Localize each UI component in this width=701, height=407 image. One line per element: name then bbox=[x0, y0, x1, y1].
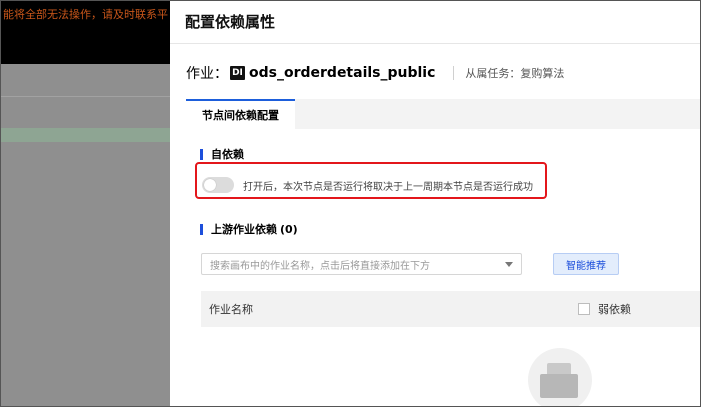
warning-banner: 能将全部无法操作，请及时联系平 bbox=[0, 0, 170, 64]
divider bbox=[453, 66, 455, 80]
parent-task-value: 复购算法 bbox=[520, 67, 565, 80]
upstream-job-search-select[interactable]: 搜索画布中的作业名称，点击后将直接添加在下方 bbox=[201, 253, 522, 275]
tab-node-dependency[interactable]: 节点间依赖配置 bbox=[186, 99, 295, 129]
background-page bbox=[0, 64, 170, 407]
upstream-table-header: 作业名称 弱依赖 bbox=[201, 291, 701, 327]
section-marker bbox=[200, 148, 203, 160]
tab-bar: 节点间依赖配置 bbox=[186, 99, 701, 129]
upstream-title: 上游作业依赖 bbox=[211, 223, 277, 236]
drawer-header: 配置依赖属性 bbox=[170, 0, 701, 44]
self-dependency-title: 自依赖 bbox=[211, 148, 244, 161]
background-divider bbox=[0, 96, 170, 97]
job-info: 作业： DI ods_orderdetails_public 从属任务： 复购算… bbox=[186, 63, 564, 83]
upstream-section-title: 上游作业依赖 (0) bbox=[200, 221, 298, 237]
empty-state-icon bbox=[528, 348, 592, 407]
parent-task-label: 从属任务： bbox=[465, 67, 521, 80]
data-integration-icon: DI bbox=[230, 66, 245, 80]
background-highlight-row bbox=[0, 128, 170, 142]
toggle-knob bbox=[204, 179, 216, 191]
weak-dependency-checkbox[interactable] bbox=[578, 303, 590, 315]
section-marker bbox=[200, 223, 203, 235]
dependency-config-drawer: 配置依赖属性 作业： DI ods_orderdetails_public 从属… bbox=[170, 0, 701, 407]
column-job-name: 作业名称 bbox=[209, 303, 253, 316]
column-weak-dependency: 弱依赖 bbox=[578, 301, 631, 317]
weak-dependency-label: 弱依赖 bbox=[598, 303, 631, 316]
drawer-title: 配置依赖属性 bbox=[185, 13, 276, 31]
upstream-count: (0) bbox=[280, 222, 298, 236]
job-label: 作业： bbox=[186, 66, 228, 82]
search-placeholder: 搜索画布中的作业名称，点击后将直接添加在下方 bbox=[210, 260, 430, 272]
self-dependency-description: 打开后，本次节点是否运行将取决于上一周期本节点是否运行成功 bbox=[243, 182, 533, 193]
self-dependency-toggle[interactable] bbox=[202, 177, 234, 193]
smart-recommend-button[interactable]: 智能推荐 bbox=[553, 253, 619, 275]
job-name: ods_orderdetails_public bbox=[249, 65, 436, 81]
self-dependency-section-title: 自依赖 bbox=[200, 146, 244, 162]
warning-banner-text: 能将全部无法操作，请及时联系平 bbox=[3, 8, 168, 21]
chevron-down-icon bbox=[505, 261, 513, 267]
